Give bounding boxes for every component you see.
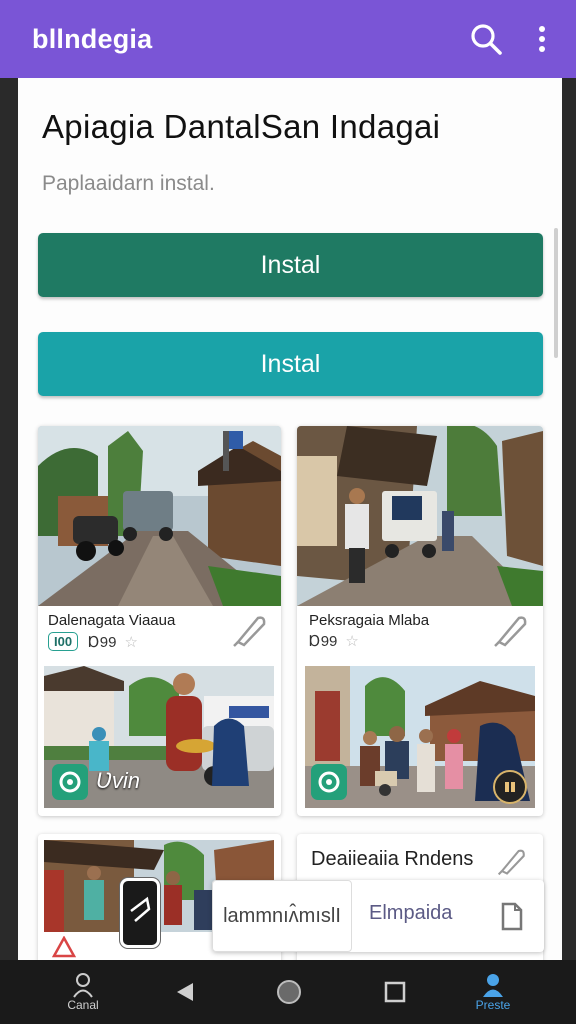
leaf-icon[interactable]	[493, 612, 529, 653]
phone-icon[interactable]	[120, 878, 160, 948]
more-vert-icon[interactable]	[532, 17, 552, 61]
content-sheet[interactable]: Apiagia DantalSan Indagai Paplaaidarn in…	[18, 78, 562, 960]
back-icon[interactable]	[168, 960, 202, 1024]
record-badge-icon[interactable]	[493, 770, 527, 804]
page-title: Apiagia DantalSan Indagai	[42, 108, 441, 145]
card-meta: I00 Ɒ99 ☆	[48, 632, 138, 651]
play-badge-icon[interactable]	[52, 764, 88, 800]
nav-label-canal: Canal	[67, 998, 99, 1012]
gallery-card[interactable]: Peksragaia Mlaba Ɒ99 ☆	[297, 426, 543, 816]
nav-item-canal[interactable]: Canal	[56, 960, 110, 1024]
card-meta: Ɒ99 ☆	[309, 632, 359, 650]
card-heading: Deaiieaiia Rndens	[311, 848, 474, 870]
install-pill-button[interactable]: lammnıʌ̂mıslI	[212, 880, 352, 952]
street-photo	[38, 426, 281, 606]
nav-item-preste[interactable]: Preste	[466, 960, 520, 1024]
card-caption: Peksragaia Mlaba	[309, 612, 430, 629]
page-subtitle: Paplaaidarn instal.	[42, 172, 215, 195]
card-count: Ɒ99	[309, 633, 338, 650]
context-label[interactable]: Elmpaida	[369, 902, 452, 925]
market-photo: Ʋvin	[44, 666, 274, 808]
system-nav-bar: Canal Preste	[0, 960, 576, 1024]
app-brand: bllndegia	[32, 23, 153, 54]
star-icon: ☆	[345, 633, 359, 650]
document-icon[interactable]	[500, 900, 524, 937]
install-button-secondary[interactable]: Instal	[38, 332, 543, 396]
install-button-primary[interactable]: Instal	[38, 233, 543, 297]
street-photo	[297, 426, 543, 606]
play-badge-icon[interactable]	[311, 764, 347, 800]
nav-label-preste: Preste	[475, 998, 511, 1012]
leaf-icon[interactable]	[232, 612, 268, 653]
card-count: Ɒ99	[88, 633, 117, 651]
warning-icon	[51, 935, 77, 963]
recents-icon[interactable]	[378, 960, 412, 1024]
photo-overlay-text: Ʋvin	[96, 768, 141, 793]
leaf-icon[interactable]	[497, 846, 527, 881]
action-strip: lammnıʌ̂mıslI Elmpaida	[212, 880, 544, 952]
gallery-card[interactable]: Dalenagata Viaaua I00 Ɒ99 ☆ Ʋvin	[38, 426, 281, 816]
village-photo	[305, 666, 535, 808]
card-tag: I00	[48, 632, 79, 651]
home-icon[interactable]	[272, 960, 306, 1024]
star-icon: ☆	[124, 633, 138, 651]
card-caption: Dalenagata Viaaua	[48, 612, 176, 629]
person-filled-icon	[483, 974, 503, 997]
app-bar: bllndegia	[0, 0, 576, 78]
scrollbar[interactable]	[554, 228, 558, 358]
person-outline-icon	[73, 973, 93, 998]
search-icon[interactable]	[464, 17, 508, 61]
